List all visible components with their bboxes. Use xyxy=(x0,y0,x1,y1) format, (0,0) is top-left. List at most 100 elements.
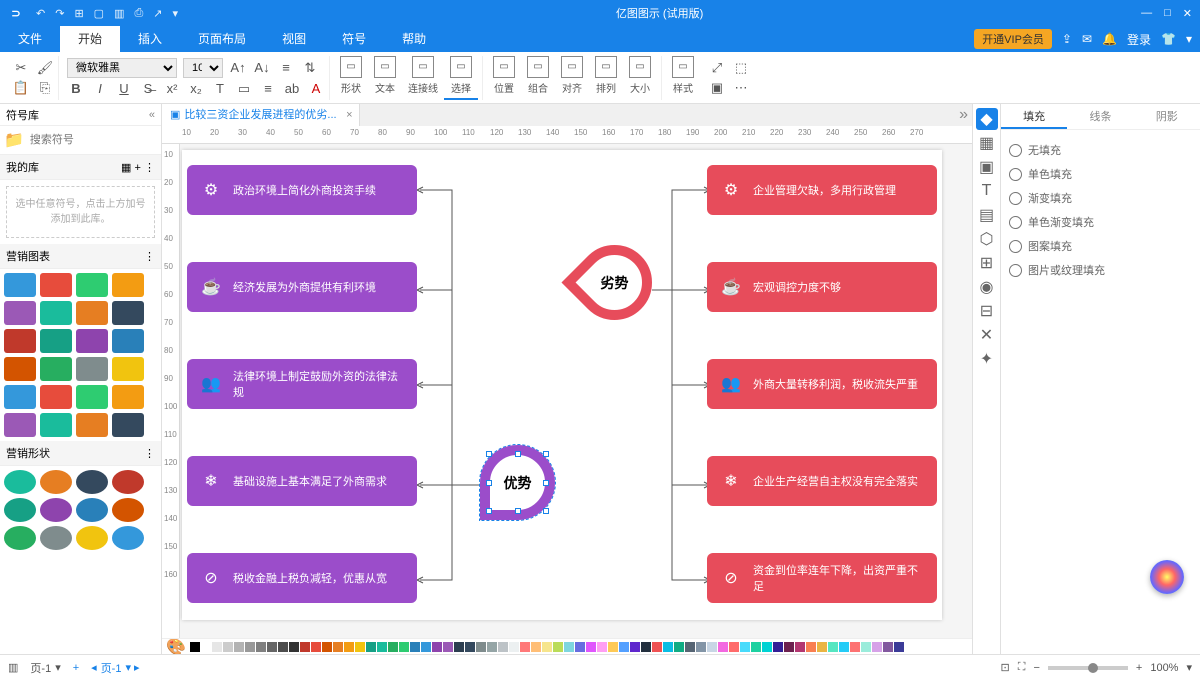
prop-tab-0[interactable]: 填充 xyxy=(1001,104,1067,129)
assistant-fab[interactable] xyxy=(1150,560,1184,594)
color-swatch[interactable] xyxy=(696,642,706,652)
color-swatch[interactable] xyxy=(476,642,486,652)
color-swatch[interactable] xyxy=(289,642,299,652)
shape-item[interactable] xyxy=(40,357,72,381)
ribbon-形状[interactable]: ▭形状 xyxy=(334,56,368,100)
shape-item[interactable] xyxy=(112,301,144,325)
collapse-icon[interactable]: « xyxy=(149,109,155,121)
bold-icon[interactable]: B xyxy=(67,80,85,98)
chart-tool-icon[interactable]: ⬡ xyxy=(976,228,998,250)
prop-tab-1[interactable]: 线条 xyxy=(1067,104,1133,129)
node-left-0[interactable]: ⚙政治环境上简化外商投资手续 xyxy=(187,165,417,215)
help-dropdown-icon[interactable]: ▾ xyxy=(1186,32,1192,46)
print-icon[interactable]: ⎙ xyxy=(134,7,143,20)
fill-option-2[interactable]: 渐变填充 xyxy=(1009,186,1192,210)
shape-item[interactable] xyxy=(4,301,36,325)
shape-item[interactable] xyxy=(4,357,36,381)
color-swatch[interactable] xyxy=(894,642,904,652)
color-swatch[interactable] xyxy=(498,642,508,652)
maximize-icon[interactable]: □ xyxy=(1164,7,1171,20)
sect2-label[interactable]: 营销形状 xyxy=(6,445,50,461)
shape-item[interactable] xyxy=(4,470,36,494)
mylib-label[interactable]: 我的库 xyxy=(6,159,39,175)
color-swatch[interactable] xyxy=(872,642,882,652)
color-swatch[interactable] xyxy=(729,642,739,652)
ribbon-样式[interactable]: ▭样式 xyxy=(666,56,700,100)
fontsize-select[interactable]: 10 xyxy=(183,58,223,78)
shape-tool-icon[interactable]: ◉ xyxy=(976,276,998,298)
fill-option-4[interactable]: 图案填充 xyxy=(1009,234,1192,258)
shape-item[interactable] xyxy=(76,526,108,550)
menu-tab-2[interactable]: 插入 xyxy=(120,26,180,52)
color-swatch[interactable] xyxy=(443,642,453,652)
color-swatch[interactable] xyxy=(806,642,816,652)
pages-icon[interactable]: ▥ xyxy=(8,661,18,674)
node-left-3[interactable]: ❄基础设施上基本满足了外商需求 xyxy=(187,456,417,506)
shape-item[interactable] xyxy=(4,526,36,550)
page-label[interactable]: 页-1 xyxy=(30,660,51,676)
underline-icon[interactable]: U xyxy=(115,80,133,98)
hub-weakness[interactable]: 劣势 xyxy=(561,229,667,335)
ribbon-文本[interactable]: ▭文本 xyxy=(368,56,402,100)
qat-more-icon[interactable]: ▾ xyxy=(173,7,179,20)
shape-item[interactable] xyxy=(112,498,144,522)
color-swatch[interactable] xyxy=(234,642,244,652)
shape-item[interactable] xyxy=(76,470,108,494)
fit-icon[interactable]: ⊡ xyxy=(1001,661,1010,674)
shape-item[interactable] xyxy=(112,329,144,353)
node-right-4[interactable]: ⊘资金到位率连年下降，出资严重不足 xyxy=(707,553,937,603)
color-swatch[interactable] xyxy=(740,642,750,652)
shape-item[interactable] xyxy=(40,413,72,437)
copy-icon[interactable]: ⎘ xyxy=(36,79,54,97)
color-swatch[interactable] xyxy=(883,642,893,652)
login-button[interactable]: 登录 xyxy=(1127,31,1151,48)
wand-tool-icon[interactable]: ✦ xyxy=(976,348,998,370)
color-swatch[interactable] xyxy=(586,642,596,652)
color-picker-icon[interactable]: 🎨 xyxy=(166,638,186,654)
highlight-icon[interactable]: ▭ xyxy=(235,80,253,98)
shape-item[interactable] xyxy=(76,385,108,409)
fill-option-1[interactable]: 单色填充 xyxy=(1009,162,1192,186)
color-swatch[interactable] xyxy=(410,642,420,652)
new-icon[interactable]: ⊞ xyxy=(74,7,83,20)
shape-item[interactable] xyxy=(40,329,72,353)
color-swatch[interactable] xyxy=(828,642,838,652)
shape-item[interactable] xyxy=(76,301,108,325)
vip-button[interactable]: 开通VIP会员 xyxy=(974,29,1052,49)
shape-item[interactable] xyxy=(4,498,36,522)
color-swatch[interactable] xyxy=(388,642,398,652)
grid-tool-icon[interactable]: ▦ xyxy=(976,132,998,154)
linespace-icon[interactable]: ⇅ xyxy=(301,59,319,77)
color-swatch[interactable] xyxy=(311,642,321,652)
table-tool-icon[interactable]: ⊞ xyxy=(976,252,998,274)
collapse-rpanel-icon[interactable]: » xyxy=(959,106,968,124)
sect1-label[interactable]: 营销图表 xyxy=(6,248,50,264)
fullscreen-icon[interactable]: ⛶ xyxy=(1018,661,1026,674)
node-left-1[interactable]: ☕经济发展为外商提供有利环境 xyxy=(187,262,417,312)
page[interactable]: ⚙政治环境上简化外商投资手续☕经济发展为外商提供有利环境👥法律环境上制定鼓励外资… xyxy=(182,150,942,620)
close-tab-icon[interactable]: × xyxy=(346,104,352,126)
shape-item[interactable] xyxy=(112,470,144,494)
bell-icon[interactable]: 🔔 xyxy=(1102,32,1117,46)
paste-icon[interactable]: 📋 xyxy=(12,79,30,97)
eyedropper-icon[interactable]: ⤢ xyxy=(708,59,726,77)
undo-icon[interactable]: ↶ xyxy=(36,7,45,20)
color-swatch[interactable] xyxy=(509,642,519,652)
shape-item[interactable] xyxy=(4,413,36,437)
crop-icon[interactable]: ⬚ xyxy=(732,59,750,77)
color-swatch[interactable] xyxy=(663,642,673,652)
color-swatch[interactable] xyxy=(850,642,860,652)
strike-icon[interactable]: S̶ xyxy=(139,80,157,98)
random-tool-icon[interactable]: ✕ xyxy=(976,324,998,346)
zoom-slider[interactable] xyxy=(1048,666,1128,670)
color-swatch[interactable] xyxy=(553,642,563,652)
color-swatch[interactable] xyxy=(608,642,618,652)
close-icon[interactable]: ✕ xyxy=(1183,7,1192,20)
sect-menu-icon[interactable]: ⋮ xyxy=(144,447,155,460)
color-swatch[interactable] xyxy=(762,642,772,652)
theme-icon[interactable]: 👕 xyxy=(1161,32,1176,46)
color-swatch[interactable] xyxy=(454,642,464,652)
shape-item[interactable] xyxy=(76,273,108,297)
node-right-1[interactable]: ☕宏观调控力度不够 xyxy=(707,262,937,312)
color-swatch[interactable] xyxy=(212,642,222,652)
